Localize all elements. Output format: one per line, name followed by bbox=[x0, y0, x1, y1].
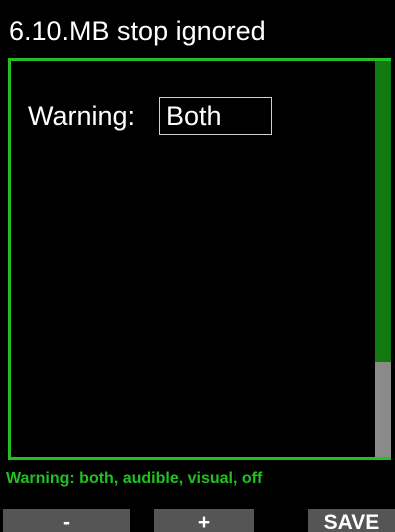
scrollbar-track-remainder bbox=[375, 362, 391, 457]
decrease-button[interactable]: - bbox=[3, 509, 130, 532]
warning-value-field[interactable]: Both bbox=[159, 97, 272, 135]
increase-button[interactable]: + bbox=[154, 509, 254, 532]
title-bar: 6.10.MB stop ignored bbox=[0, 0, 395, 56]
scrollbar-thumb[interactable] bbox=[375, 61, 391, 362]
options-hint: Warning: both, audible, visual, off bbox=[6, 470, 263, 487]
save-button[interactable]: SAVE bbox=[308, 509, 395, 532]
settings-panel: Warning: Both bbox=[8, 58, 391, 460]
page-title: 6.10.MB stop ignored bbox=[9, 16, 266, 46]
warning-value-text: Both bbox=[166, 101, 222, 131]
vertical-scrollbar[interactable] bbox=[375, 61, 391, 457]
warning-setting-label: Warning: bbox=[28, 101, 136, 131]
